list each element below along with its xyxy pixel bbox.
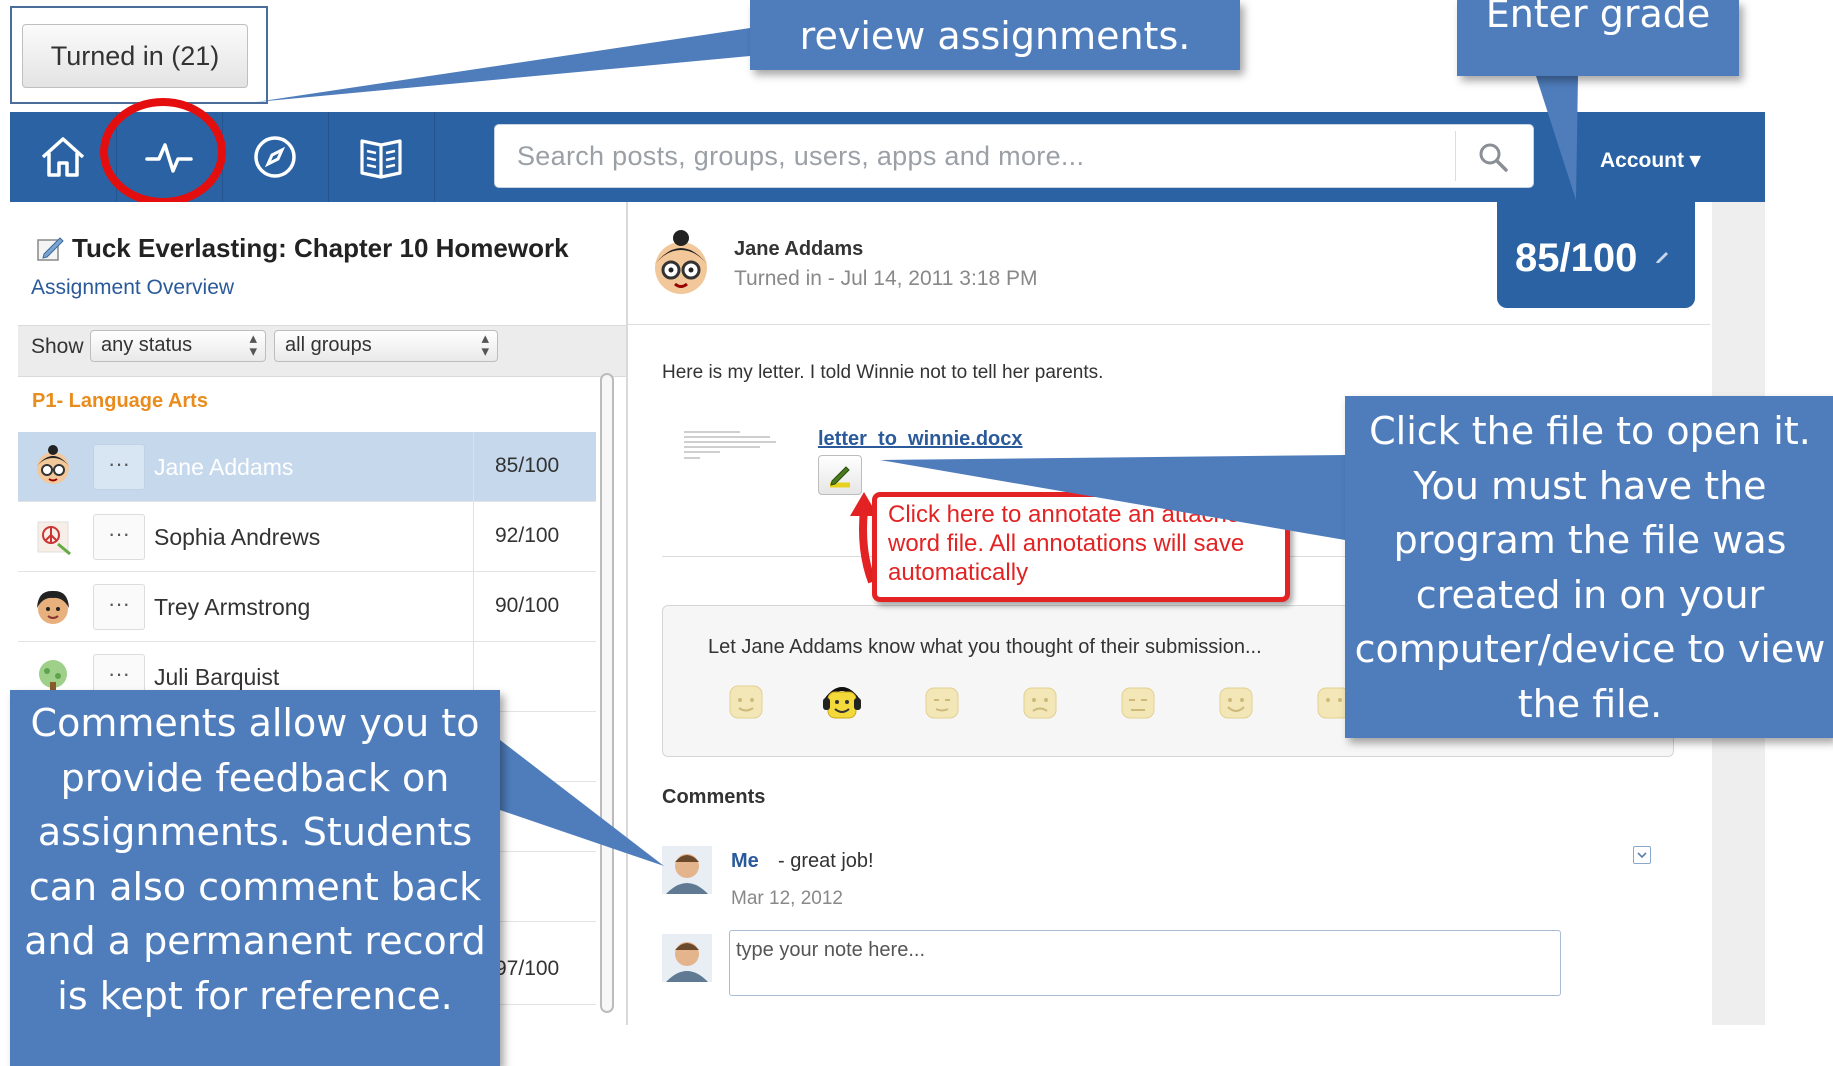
file-callout-pointer xyxy=(880,455,1345,540)
grade-callout-pointer xyxy=(1536,76,1578,200)
comments-callout-pointer xyxy=(500,740,664,866)
comments-callout-text: Comments allow you to provide feedback o… xyxy=(24,701,486,1018)
top-callout-pointer xyxy=(256,28,750,102)
grade-callout-text: Enter grade xyxy=(1485,0,1711,36)
top-callout-text: review assignments. xyxy=(799,14,1191,58)
file-callout-text: Click the file to open it. You must have… xyxy=(1354,409,1826,726)
